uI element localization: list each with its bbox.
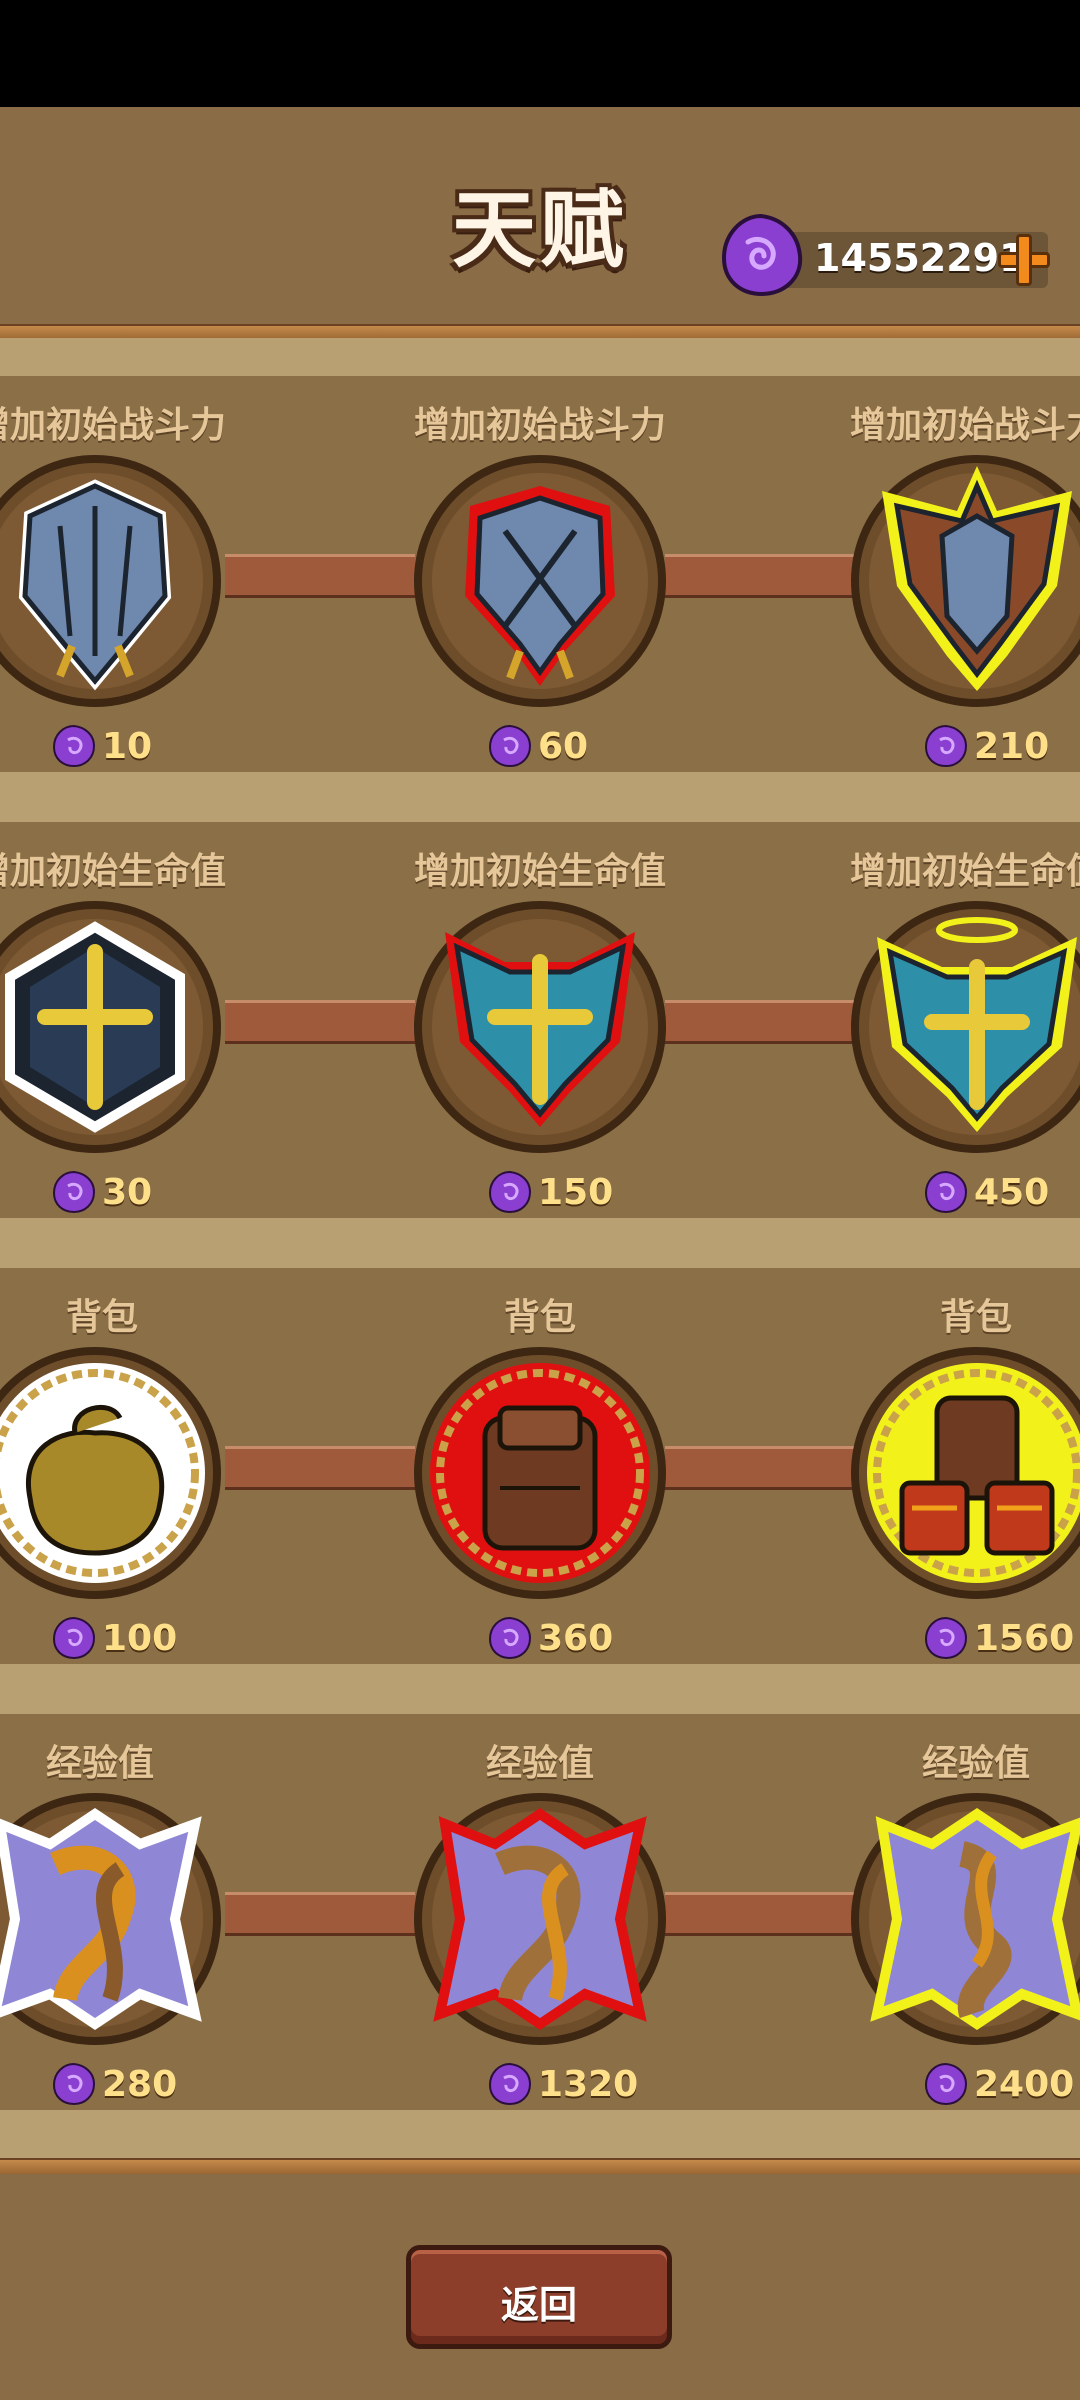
talent-cost: 1560 (924, 1616, 1080, 1660)
talent-label: 经验值 (485, 1743, 594, 1784)
talent-slot-experience-3[interactable] (842, 1784, 1080, 2054)
purple-gem-icon (52, 724, 96, 768)
talent-row-attack: 增加初始战斗力 增加初始战斗力 增加初始战斗力 (0, 376, 1080, 772)
talent-slot-backpack-3[interactable] (842, 1338, 1080, 1608)
purple-gem-icon (488, 2062, 532, 2106)
talent-slot-backpack-2[interactable] (405, 1338, 675, 1608)
add-currency-button[interactable] (998, 234, 1050, 286)
tier-connector (225, 554, 415, 598)
talent-slot-experience-1[interactable] (0, 1784, 230, 2054)
tier-connector (665, 554, 855, 598)
currency-amount: 14552291 (814, 236, 1026, 280)
status-bar (0, 0, 1080, 107)
talent-cost: 360 (488, 1616, 688, 1660)
purple-gem-icon (924, 1616, 968, 1660)
talent-label: 增加初始生命值 (849, 851, 1080, 892)
purple-gem-icon (924, 1170, 968, 1214)
talent-row-experience: 经验值 经验值 经验值 280 1320 2400 (0, 1714, 1080, 2110)
talent-slot-backpack-1[interactable] (0, 1338, 230, 1608)
tier-connector (225, 1000, 415, 1044)
talent-cost: 2400 (924, 2062, 1080, 2106)
talent-cost: 1320 (488, 2062, 688, 2106)
talent-row-backpack: 背包 背包 背包 100 360 1560 (0, 1268, 1080, 1664)
purple-gem-icon (52, 1170, 96, 1214)
talent-label: 背包 (65, 1297, 138, 1338)
purple-gem-icon (52, 2062, 96, 2106)
back-button[interactable]: 返回 (406, 2245, 672, 2349)
talent-label: 背包 (503, 1297, 576, 1338)
talent-cost: 100 (52, 1616, 252, 1660)
talent-cost: 60 (488, 724, 688, 768)
talent-cost: 210 (924, 724, 1080, 768)
talent-label: 增加初始战斗力 (413, 405, 666, 446)
purple-gem-icon (488, 1170, 532, 1214)
talent-label: 经验值 (921, 1743, 1030, 1784)
talent-label: 增加初始生命值 (0, 851, 226, 892)
tier-connector (665, 1446, 855, 1490)
tier-connector (225, 1892, 415, 1936)
talent-cost: 10 (52, 724, 252, 768)
talent-slot-health-1[interactable] (0, 892, 230, 1162)
talent-cost: 280 (52, 2062, 252, 2106)
talent-slot-health-2[interactable] (405, 892, 675, 1162)
back-button-label: 返回 (500, 2283, 577, 2327)
talent-slot-attack-2[interactable] (405, 446, 675, 716)
talent-row-health: 增加初始生命值 增加初始生命值 增加初始生命值 (0, 822, 1080, 1218)
talent-cost: 450 (924, 1170, 1080, 1214)
talent-list: 增加初始战斗力 增加初始战斗力 增加初始战斗力 (0, 338, 1080, 2158)
purple-gem-icon (488, 1616, 532, 1660)
talent-cost: 30 (52, 1170, 252, 1214)
purple-gem-icon (488, 724, 532, 768)
talent-label: 经验值 (45, 1743, 154, 1784)
tier-connector (665, 1892, 855, 1936)
talent-label: 增加初始战斗力 (849, 405, 1080, 446)
talent-slot-experience-2[interactable] (405, 1784, 675, 2054)
talent-label: 背包 (939, 1297, 1012, 1338)
talent-slot-attack-3[interactable] (842, 446, 1080, 716)
purple-gem-icon (924, 724, 968, 768)
talent-label: 增加初始战斗力 (0, 405, 226, 446)
purple-gem-icon (924, 2062, 968, 2106)
talent-label: 增加初始生命值 (413, 851, 666, 892)
purple-gem-icon (52, 1616, 96, 1660)
talent-slot-attack-1[interactable] (0, 446, 230, 716)
talent-slot-health-3[interactable] (842, 892, 1080, 1162)
purple-gem-icon (721, 213, 803, 297)
tier-connector (225, 1446, 415, 1490)
talent-cost: 150 (488, 1170, 688, 1214)
currency-display: 14552291 (718, 213, 1053, 297)
tier-connector (665, 1000, 855, 1044)
